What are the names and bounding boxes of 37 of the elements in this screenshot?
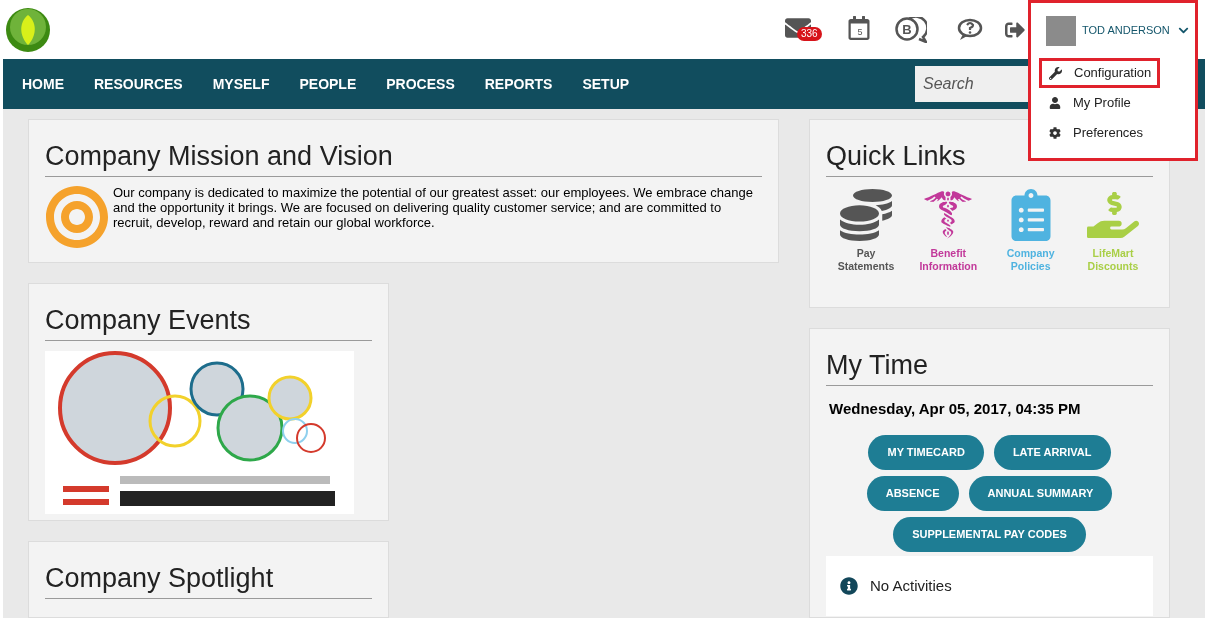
help-chat-icon[interactable] — [957, 17, 983, 42]
settings-icon — [1049, 127, 1061, 139]
user-icon — [1049, 97, 1061, 109]
hand-money-icon — [1087, 189, 1139, 241]
nav-link[interactable]: SETUP — [567, 73, 645, 95]
card-title: My Time — [826, 349, 1153, 387]
date-time: Wednesday, Apr 05, 2017, 04:35 PM — [829, 399, 1082, 420]
time-action-button[interactable]: LATE ARRIVAL — [993, 434, 1111, 470]
time-action-button[interactable]: MY TIMECARD — [868, 434, 984, 470]
info-icon — [840, 576, 858, 595]
quick-link[interactable]: Pay Statements — [828, 189, 904, 273]
time-action-button[interactable]: SUPPLEMENTAL PAY CODES — [893, 516, 1086, 552]
coins-icon — [840, 189, 892, 241]
mission-text: Our company is dedicated to maximize the potential of our greatest asset: our employees. We embrace change and the opportunity it brings. We are focused on delivering quality customer service; and are committed to recruit, develop, reward and retain our global workforce. — [113, 185, 754, 230]
nav-link[interactable]: PEOPLE — [284, 73, 372, 95]
nav-link[interactable]: MYSELF — [197, 73, 285, 95]
calendar-icon[interactable] — [847, 15, 871, 40]
activities-message: No Activities — [870, 575, 952, 596]
card-title: Company Mission and Vision — [45, 140, 762, 177]
time-action-button[interactable]: ANNUAL SUMMARY — [968, 475, 1113, 511]
nav-link[interactable]: HOME — [7, 73, 79, 95]
card-title: Company Spotlight — [45, 561, 372, 599]
card-title: Company Events — [45, 303, 372, 341]
wrench-icon — [1049, 66, 1062, 80]
caret-icon — [1178, 25, 1189, 36]
mail-count-badge: 336 — [797, 26, 822, 41]
nav-link[interactable]: REPORTS — [469, 73, 568, 95]
time-action-button[interactable]: ABSENCE — [866, 475, 959, 511]
nav-link[interactable]: RESOURCES — [79, 73, 198, 95]
nav-link[interactable]: PROCESS — [371, 73, 470, 95]
menu-item[interactable]: Configuration — [1039, 58, 1160, 88]
leaf-logo[interactable] — [5, 6, 51, 53]
quick-link[interactable]: Benefit Information — [910, 189, 987, 273]
target-icon — [45, 185, 109, 249]
calendar-day: 5 — [857, 25, 863, 40]
avatar-placeholder — [1046, 15, 1076, 46]
user-menu-toggle[interactable]: TOD ANDERSON — [1031, 3, 1195, 58]
